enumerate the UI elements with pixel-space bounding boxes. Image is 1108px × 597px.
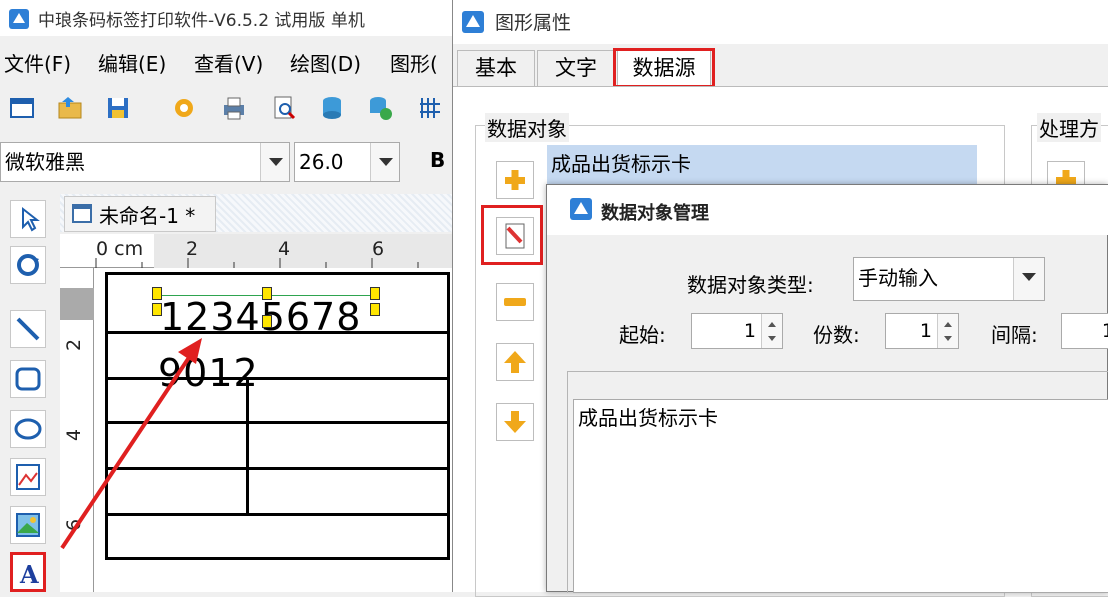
- data-object-manager-dialog: 数据对象管理 数据对象类型: 手动输入 起始: 1 份数: 1 间隔: 1 成品…: [546, 184, 1108, 593]
- start-label: 起始:: [619, 323, 666, 347]
- chevron-down-icon[interactable]: [1013, 258, 1044, 300]
- delete-button[interactable]: [496, 283, 534, 321]
- copies-value: 1: [919, 320, 932, 342]
- list-item[interactable]: 成品出货标示卡: [547, 145, 977, 185]
- app-logo-icon: [461, 10, 485, 34]
- interval-label: 间隔:: [991, 323, 1038, 347]
- content-textarea[interactable]: 成品出货标示卡: [573, 399, 1108, 593]
- spinner-arrows-icon[interactable]: [937, 314, 958, 348]
- copies-label: 份数:: [813, 323, 860, 347]
- highlight-box: [613, 48, 715, 88]
- dialog-title-bar: 图形属性: [453, 0, 1108, 44]
- start-spinner[interactable]: 1: [691, 313, 783, 349]
- start-value: 1: [743, 320, 756, 342]
- highlight-box: [481, 205, 543, 265]
- dialog-title-bar: 数据对象管理: [547, 185, 1108, 235]
- type-value: 手动输入: [858, 266, 938, 290]
- tab-basic[interactable]: 基本: [457, 50, 535, 88]
- spinner-arrows-icon[interactable]: [761, 314, 782, 348]
- tab-text[interactable]: 文字: [537, 50, 615, 88]
- copies-spinner[interactable]: 1: [885, 313, 959, 349]
- interval-value: 1: [1101, 320, 1108, 342]
- move-down-button[interactable]: [496, 403, 534, 441]
- dialog-title: 图形属性: [495, 12, 572, 34]
- add-button[interactable]: [496, 161, 534, 199]
- app-logo-icon: [569, 197, 593, 221]
- annotation-arrow: [60, 338, 202, 550]
- data-object-type-select[interactable]: 手动输入: [853, 257, 1045, 301]
- move-up-button[interactable]: [496, 343, 534, 381]
- type-label: 数据对象类型:: [687, 273, 814, 297]
- group-label: 数据对象: [485, 113, 569, 142]
- dialog-title: 数据对象管理: [601, 203, 709, 224]
- processing-label: 处理方: [1037, 113, 1101, 142]
- interval-spinner[interactable]: 1: [1061, 313, 1108, 349]
